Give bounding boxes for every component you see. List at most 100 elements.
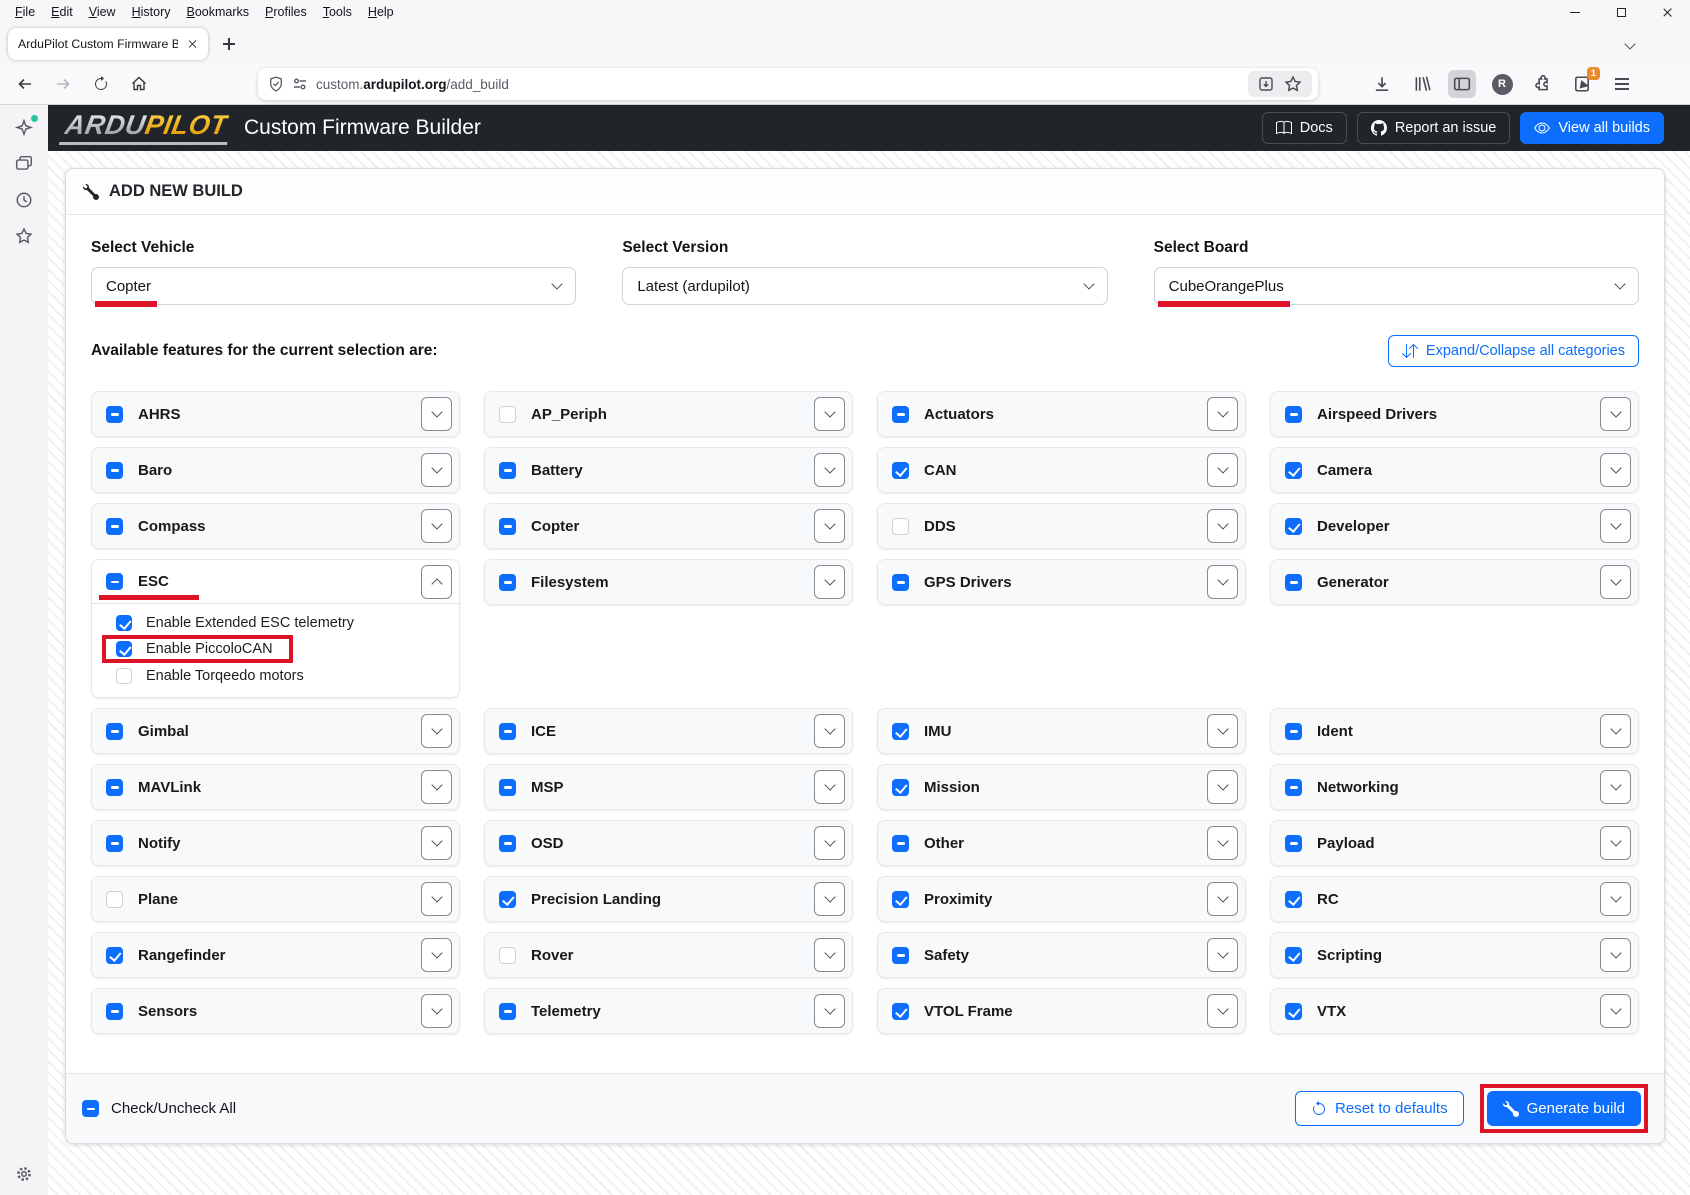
- feature-checkbox-sensors[interactable]: [106, 1003, 123, 1020]
- sidebar-history-button[interactable]: [13, 189, 35, 211]
- feature-checkbox-mission[interactable]: [892, 779, 909, 796]
- feature-checkbox-actuators[interactable]: [892, 406, 909, 423]
- browser-tab[interactable]: ArduPilot Custom Firmware Builder: [8, 28, 208, 60]
- feature-checkbox-developer[interactable]: [1285, 518, 1302, 535]
- feature-checkbox-ident[interactable]: [1285, 723, 1302, 740]
- feature-toggle-button-battery[interactable]: [814, 453, 845, 487]
- feature-checkbox-plane[interactable]: [106, 891, 123, 908]
- feature-checkbox-osd[interactable]: [499, 835, 516, 852]
- feature-checkbox-can[interactable]: [892, 462, 909, 479]
- feature-checkbox-networking[interactable]: [1285, 779, 1302, 796]
- subfeature-checkbox-enable-piccolocan[interactable]: [116, 641, 132, 657]
- sidebar-bookmarks-button[interactable]: [13, 225, 35, 247]
- feature-toggle-button-ahrs[interactable]: [421, 397, 452, 431]
- feature-toggle-button-developer[interactable]: [1600, 509, 1631, 543]
- feature-checkbox-payload[interactable]: [1285, 835, 1302, 852]
- reload-button[interactable]: [86, 69, 116, 99]
- feature-toggle-button-gps-drivers[interactable]: [1207, 565, 1238, 599]
- feature-checkbox-battery[interactable]: [499, 462, 516, 479]
- account-button[interactable]: R: [1488, 70, 1516, 98]
- version-select[interactable]: Latest (ardupilot): [622, 267, 1107, 305]
- sidebar-settings-button[interactable]: [13, 1163, 35, 1185]
- feature-toggle-button-mavlink[interactable]: [421, 770, 452, 804]
- feature-checkbox-notify[interactable]: [106, 835, 123, 852]
- tab-close-icon[interactable]: [184, 36, 200, 52]
- list-tabs-button[interactable]: [1626, 35, 1634, 53]
- app-menu-button[interactable]: [1608, 70, 1636, 98]
- menu-item-help[interactable]: Help: [361, 2, 401, 22]
- check-uncheck-all-checkbox[interactable]: [82, 1100, 99, 1117]
- feature-checkbox-dds[interactable]: [892, 518, 909, 535]
- feature-toggle-button-msp[interactable]: [814, 770, 845, 804]
- feature-toggle-button-ident[interactable]: [1600, 714, 1631, 748]
- feature-checkbox-telemetry[interactable]: [499, 1003, 516, 1020]
- menu-item-file[interactable]: File: [8, 2, 42, 22]
- menu-item-history[interactable]: History: [125, 2, 178, 22]
- minimize-button[interactable]: [1552, 0, 1598, 24]
- feature-toggle-button-safety[interactable]: [1207, 938, 1238, 972]
- docs-button[interactable]: Docs: [1262, 112, 1347, 144]
- shield-icon[interactable]: [268, 76, 284, 92]
- feature-checkbox-proximity[interactable]: [892, 891, 909, 908]
- feature-toggle-button-compass[interactable]: [421, 509, 452, 543]
- feature-toggle-button-camera[interactable]: [1600, 453, 1631, 487]
- feature-toggle-button-rc[interactable]: [1600, 882, 1631, 916]
- feature-toggle-button-can[interactable]: [1207, 453, 1238, 487]
- forward-button[interactable]: [48, 69, 78, 99]
- feature-checkbox-vtol-frame[interactable]: [892, 1003, 909, 1020]
- feature-checkbox-vtx[interactable]: [1285, 1003, 1302, 1020]
- board-select[interactable]: CubeOrangePlus: [1154, 267, 1639, 305]
- feature-checkbox-airspeed-drivers[interactable]: [1285, 406, 1302, 423]
- feature-toggle-button-esc[interactable]: [421, 565, 452, 599]
- expand-collapse-all-button[interactable]: Expand/Collapse all categories: [1388, 335, 1639, 367]
- feature-toggle-button-rover[interactable]: [814, 938, 845, 972]
- feature-toggle-button-osd[interactable]: [814, 826, 845, 860]
- menu-item-profiles[interactable]: Profiles: [258, 2, 314, 22]
- feature-checkbox-other[interactable]: [892, 835, 909, 852]
- new-tab-button[interactable]: [216, 31, 242, 57]
- feature-checkbox-esc[interactable]: [106, 573, 123, 590]
- feature-checkbox-baro[interactable]: [106, 462, 123, 479]
- subfeature-checkbox-enable-torqeedo-motors[interactable]: [116, 668, 132, 684]
- notes-extension-button[interactable]: 1: [1568, 70, 1596, 98]
- vehicle-select[interactable]: Copter: [91, 267, 576, 305]
- feature-checkbox-rc[interactable]: [1285, 891, 1302, 908]
- menu-item-bookmarks[interactable]: Bookmarks: [180, 2, 257, 22]
- feature-checkbox-mavlink[interactable]: [106, 779, 123, 796]
- feature-checkbox-safety[interactable]: [892, 947, 909, 964]
- feature-toggle-button-plane[interactable]: [421, 882, 452, 916]
- feature-checkbox-ahrs[interactable]: [106, 406, 123, 423]
- feature-toggle-button-notify[interactable]: [421, 826, 452, 860]
- feature-toggle-button-rangefinder[interactable]: [421, 938, 452, 972]
- feature-checkbox-generator[interactable]: [1285, 574, 1302, 591]
- menu-item-tools[interactable]: Tools: [316, 2, 359, 22]
- feature-checkbox-ap-periph[interactable]: [499, 406, 516, 423]
- feature-toggle-button-payload[interactable]: [1600, 826, 1631, 860]
- menu-item-edit[interactable]: Edit: [44, 2, 80, 22]
- feature-toggle-button-generator[interactable]: [1600, 565, 1631, 599]
- generate-build-button[interactable]: Generate build: [1487, 1091, 1641, 1126]
- feature-toggle-button-filesystem[interactable]: [814, 565, 845, 599]
- feature-toggle-button-actuators[interactable]: [1207, 397, 1238, 431]
- feature-toggle-button-vtx[interactable]: [1600, 994, 1631, 1028]
- feature-toggle-button-gimbal[interactable]: [421, 714, 452, 748]
- home-button[interactable]: [124, 69, 154, 99]
- feature-checkbox-rangefinder[interactable]: [106, 947, 123, 964]
- feature-toggle-button-copter[interactable]: [814, 509, 845, 543]
- feature-toggle-button-dds[interactable]: [1207, 509, 1238, 543]
- feature-toggle-button-telemetry[interactable]: [814, 994, 845, 1028]
- feature-toggle-button-proximity[interactable]: [1207, 882, 1238, 916]
- back-button[interactable]: [10, 69, 40, 99]
- feature-toggle-button-ap-periph[interactable]: [814, 397, 845, 431]
- feature-toggle-button-baro[interactable]: [421, 453, 452, 487]
- downloads-button[interactable]: [1368, 70, 1396, 98]
- feature-toggle-button-scripting[interactable]: [1600, 938, 1631, 972]
- feature-checkbox-copter[interactable]: [499, 518, 516, 535]
- sidebar-toggle-button[interactable]: [1448, 70, 1476, 98]
- feature-toggle-button-imu[interactable]: [1207, 714, 1238, 748]
- permissions-icon[interactable]: [292, 76, 308, 92]
- extensions-button[interactable]: [1528, 70, 1556, 98]
- feature-checkbox-camera[interactable]: [1285, 462, 1302, 479]
- report-issue-button[interactable]: Report an issue: [1357, 112, 1511, 144]
- feature-toggle-button-airspeed-drivers[interactable]: [1600, 397, 1631, 431]
